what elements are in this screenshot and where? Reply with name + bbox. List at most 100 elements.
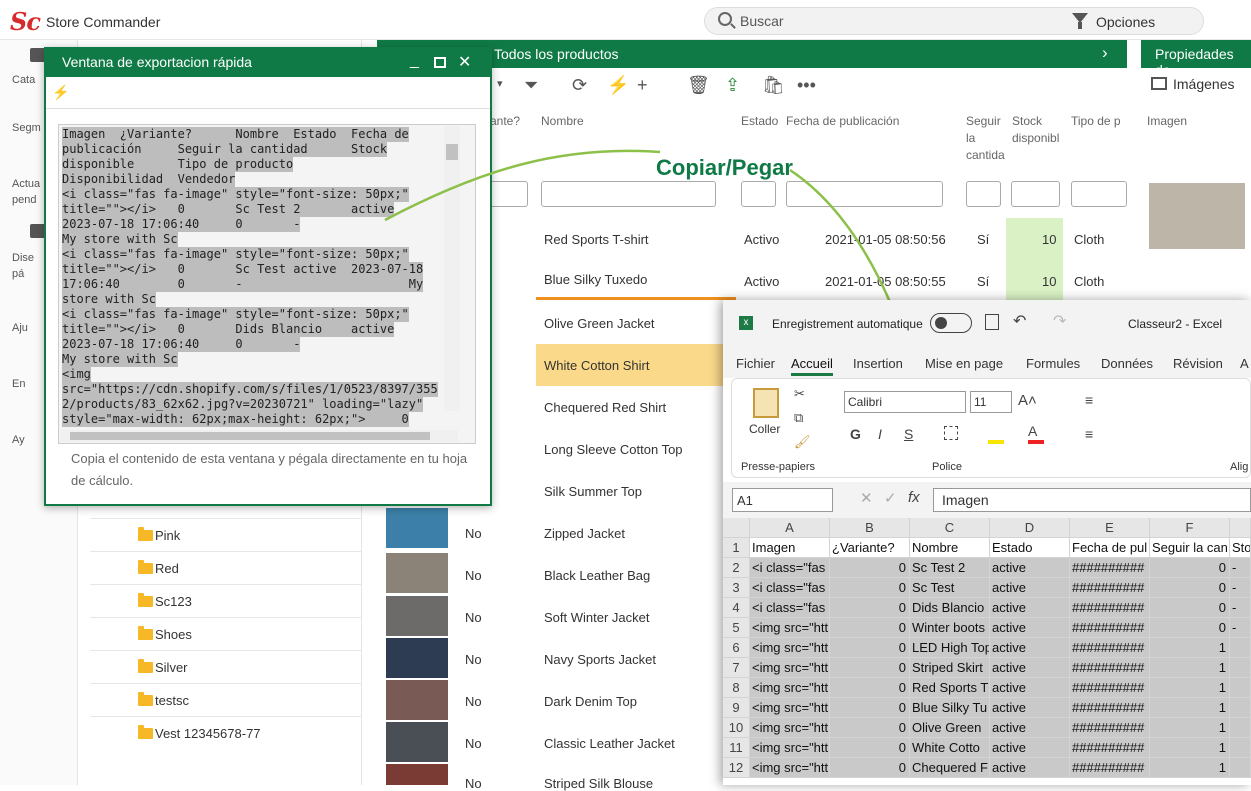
cell[interactable]: ########## — [1070, 698, 1150, 718]
cell[interactable]: 1 — [1150, 718, 1230, 738]
cell[interactable]: Olive Green — [910, 718, 990, 738]
cell[interactable]: 0 — [830, 558, 910, 578]
cell[interactable]: 0 — [830, 638, 910, 658]
font-color-icon[interactable]: A — [1028, 423, 1037, 439]
cell[interactable] — [1230, 718, 1251, 738]
cell[interactable]: <img src="htt — [750, 638, 830, 658]
paste-button[interactable]: Coller — [749, 422, 780, 436]
tab-revision[interactable]: Révision — [1173, 356, 1223, 371]
cell[interactable] — [1230, 658, 1251, 678]
cell[interactable]: ########## — [1070, 758, 1150, 778]
cell[interactable]: Seguir la can — [1150, 538, 1230, 558]
cell[interactable]: 0 — [830, 678, 910, 698]
cell[interactable]: ########## — [1070, 558, 1150, 578]
cell[interactable] — [1230, 738, 1251, 758]
font-name-select[interactable]: Calibri — [844, 391, 966, 413]
borders-icon[interactable] — [944, 426, 958, 440]
cell[interactable]: 0 — [830, 658, 910, 678]
paste-icon[interactable] — [753, 388, 779, 418]
cell[interactable]: Winter boots — [910, 618, 990, 638]
row-number[interactable]: 4 — [723, 598, 750, 618]
cell[interactable]: ########## — [1070, 578, 1150, 598]
cell[interactable]: 0 — [830, 718, 910, 738]
cell[interactable]: active — [990, 698, 1070, 718]
row-number[interactable]: 1 — [723, 538, 750, 558]
row-number[interactable]: 10 — [723, 718, 750, 738]
cell[interactable]: <img src="htt — [750, 658, 830, 678]
tab-accueil[interactable]: Accueil — [791, 356, 833, 371]
cell[interactable]: active — [990, 758, 1070, 778]
select-all[interactable] — [723, 518, 750, 538]
cell[interactable]: 0 — [1150, 578, 1230, 598]
copy-icon[interactable]: ⧉ — [794, 410, 803, 426]
cell[interactable]: Sc Test 2 — [910, 558, 990, 578]
redo-icon[interactable]: ↷ — [1053, 311, 1066, 331]
col-header[interactable] — [1230, 518, 1251, 538]
cell[interactable]: <img src="htt — [750, 738, 830, 758]
align-left-icon[interactable]: ≡ — [1085, 426, 1093, 442]
cancel-icon[interactable]: ✕ — [860, 489, 873, 507]
row-number[interactable]: 5 — [723, 618, 750, 638]
cell[interactable]: <img src="htt — [750, 718, 830, 738]
col-header[interactable]: E — [1070, 518, 1150, 538]
cell[interactable]: ########## — [1070, 658, 1150, 678]
cell[interactable]: active — [990, 598, 1070, 618]
cell[interactable]: 1 — [1150, 678, 1230, 698]
cell[interactable]: - — [1230, 618, 1251, 638]
cell[interactable]: Red Sports T — [910, 678, 990, 698]
tab-insertion[interactable]: Insertion — [853, 356, 903, 371]
function-icon[interactable]: fx — [908, 489, 920, 506]
underline-icon[interactable]: S — [904, 426, 913, 442]
bold-icon[interactable]: G — [850, 426, 861, 442]
name-box[interactable]: A1 — [732, 488, 833, 512]
col-header[interactable]: F — [1150, 518, 1230, 538]
cell[interactable]: ########## — [1070, 618, 1150, 638]
cell[interactable]: 0 — [1150, 558, 1230, 578]
tab-mise-en-page[interactable]: Mise en page — [925, 356, 1003, 371]
cell[interactable] — [1230, 638, 1251, 658]
cell[interactable]: LED High Top — [910, 638, 990, 658]
cell[interactable]: White Cotto — [910, 738, 990, 758]
cell[interactable]: active — [990, 558, 1070, 578]
cell[interactable]: Fecha de pul — [1070, 538, 1150, 558]
fill-color-icon[interactable] — [988, 440, 1004, 444]
cell[interactable]: ########## — [1070, 738, 1150, 758]
cell[interactable]: Blue Silky Tu — [910, 698, 990, 718]
tab-formules[interactable]: Formules — [1026, 356, 1080, 371]
cell[interactable]: 1 — [1150, 758, 1230, 778]
cell[interactable]: 1 — [1150, 738, 1230, 758]
enter-icon[interactable]: ✓ — [884, 489, 897, 507]
autosave-toggle[interactable] — [930, 313, 972, 333]
cell[interactable]: 0 — [1150, 618, 1230, 638]
cell[interactable]: ########## — [1070, 678, 1150, 698]
cut-icon[interactable]: ✂ — [794, 386, 805, 402]
row-number[interactable]: 8 — [723, 678, 750, 698]
increase-font-icon[interactable]: A˄ — [1018, 392, 1037, 409]
font-size-select[interactable]: 11 — [970, 391, 1012, 413]
cell[interactable]: active — [990, 718, 1070, 738]
row-number[interactable]: 11 — [723, 738, 750, 758]
cell[interactable]: Imagen — [750, 538, 830, 558]
col-header[interactable]: A — [750, 518, 830, 538]
cell[interactable] — [1230, 698, 1251, 718]
cell[interactable]: Sto — [1230, 538, 1251, 558]
tab-donnees[interactable]: Données — [1101, 356, 1153, 371]
cell[interactable]: 0 — [830, 618, 910, 638]
cell[interactable]: active — [990, 578, 1070, 598]
col-header[interactable]: D — [990, 518, 1070, 538]
cell[interactable]: 0 — [830, 598, 910, 618]
cell[interactable]: Estado — [990, 538, 1070, 558]
col-header[interactable]: C — [910, 518, 990, 538]
cell[interactable]: <img src="htt — [750, 678, 830, 698]
col-header[interactable]: B — [830, 518, 910, 538]
cell[interactable]: <i class="fas — [750, 578, 830, 598]
cell[interactable]: 0 — [830, 698, 910, 718]
cell[interactable]: - — [1230, 598, 1251, 618]
formula-input[interactable]: Imagen — [933, 488, 1251, 512]
cell[interactable]: - — [1230, 558, 1251, 578]
save-icon[interactable] — [985, 314, 999, 330]
cell[interactable]: active — [990, 658, 1070, 678]
cell[interactable]: active — [990, 738, 1070, 758]
cell[interactable]: <i class="fas — [750, 598, 830, 618]
row-number[interactable]: 3 — [723, 578, 750, 598]
